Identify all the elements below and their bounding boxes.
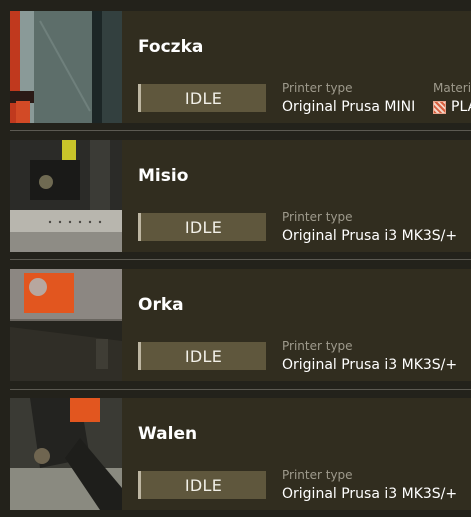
printer-type-value: Original Prusa i3 MK3S/+ [282,357,458,373]
printer-type-label: Printer type [282,81,353,95]
printer-card-walen[interactable]: Walen IDLE Printer type Original Prusa i… [10,398,471,510]
card-divider [10,389,471,390]
status-badge: IDLE [138,84,266,112]
card-divider [10,259,471,260]
card-divider [10,130,471,131]
printer-type-label: Printer type [282,210,353,224]
printer-type-value: Original Prusa i3 MK3S/+ [282,228,458,244]
printer-type-value: Original Prusa i3 MK3S/+ [282,486,458,502]
printer-camera-thumbnail[interactable] [10,269,122,381]
printer-name[interactable]: Orka [138,295,184,315]
status-badge: IDLE [138,342,266,370]
material-name: PLA [451,99,471,115]
printer-card-orka[interactable]: Orka IDLE Printer type Original Prusa i3… [10,269,471,381]
printer-type-label: Printer type [282,468,353,482]
printer-type-value: Original Prusa MINI [282,99,416,115]
printer-name[interactable]: Walen [138,424,197,444]
material-value: PLA [433,99,471,115]
printer-type-label: Printer type [282,339,353,353]
material-label: Materia [433,81,471,95]
status-badge: IDLE [138,471,266,499]
printer-name[interactable]: Misio [138,166,188,186]
printer-camera-thumbnail[interactable] [10,140,122,252]
material-swatch-icon [433,100,446,114]
printer-card-misio[interactable]: Misio IDLE Printer type Original Prusa i… [10,140,471,252]
printer-card-foczka[interactable]: Foczka IDLE Printer type Original Prusa … [10,11,471,123]
printer-name[interactable]: Foczka [138,37,203,57]
printer-camera-thumbnail[interactable] [10,398,122,510]
status-badge: IDLE [138,213,266,241]
printer-camera-thumbnail[interactable] [10,11,122,123]
